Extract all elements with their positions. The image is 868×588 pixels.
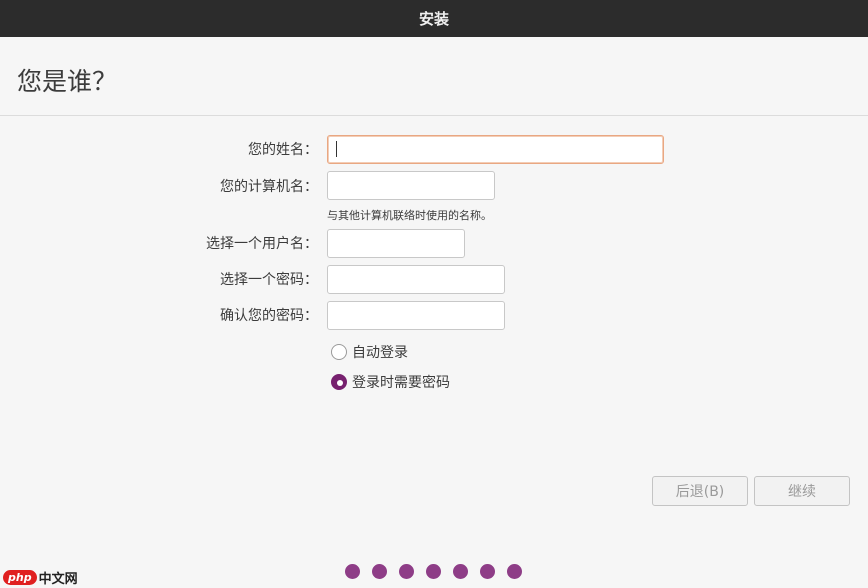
- watermark-logo: php: [3, 570, 37, 585]
- computer-name-hint: 与其他计算机联络时使用的名称。: [327, 209, 492, 222]
- window-title: 安装: [418, 10, 449, 28]
- username-label: 选择一个用户名：: [206, 236, 318, 252]
- progress-dot: [426, 564, 441, 579]
- require-password-label: 登录时需要密码: [352, 375, 450, 391]
- name-label: 您的姓名：: [248, 142, 318, 158]
- password-input[interactable]: [327, 265, 505, 294]
- progress-dot: [453, 564, 468, 579]
- confirm-password-input[interactable]: [327, 301, 505, 330]
- auto-login-label: 自动登录: [352, 345, 408, 361]
- text-cursor: [336, 141, 337, 157]
- window-titlebar: 安装: [0, 0, 868, 37]
- progress-dot: [399, 564, 414, 579]
- watermark-text: 中文网: [38, 572, 78, 587]
- watermark: php 中文网: [3, 568, 78, 587]
- name-input[interactable]: [327, 135, 664, 164]
- computer-name-label: 您的计算机名：: [220, 179, 318, 195]
- progress-dot: [372, 564, 387, 579]
- require-password-radio[interactable]: [331, 374, 347, 390]
- confirm-password-label: 确认您的密码：: [220, 308, 318, 324]
- back-button[interactable]: 后退(B): [652, 476, 748, 506]
- require-password-option[interactable]: 登录时需要密码: [331, 372, 450, 392]
- auto-login-radio[interactable]: [331, 344, 347, 360]
- page-title: 您是谁？: [17, 67, 118, 96]
- password-label: 选择一个密码：: [220, 272, 318, 288]
- progress-dot: [345, 564, 360, 579]
- progress-dot: [507, 564, 522, 579]
- continue-button[interactable]: 继续: [754, 476, 850, 506]
- header-divider: [0, 115, 868, 116]
- computer-name-input[interactable]: [327, 171, 495, 200]
- progress-indicator: [345, 564, 534, 579]
- username-input[interactable]: [327, 229, 465, 258]
- progress-dot: [480, 564, 495, 579]
- auto-login-option[interactable]: 自动登录: [331, 342, 408, 362]
